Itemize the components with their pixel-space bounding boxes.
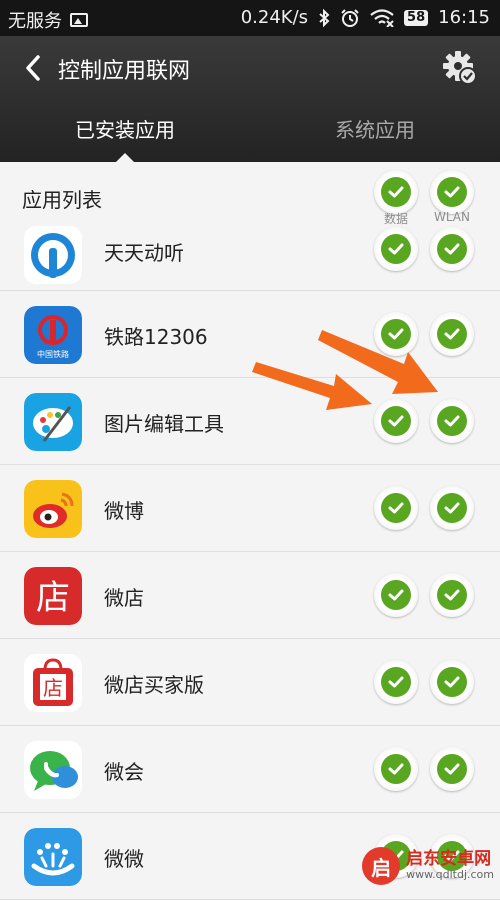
check-icon xyxy=(388,243,404,255)
bluetooth-icon xyxy=(319,8,330,27)
check-icon xyxy=(388,676,404,688)
list-item: 中国铁路 铁路12306 xyxy=(0,291,500,378)
app-name: 铁路12306 xyxy=(104,325,208,349)
tab-bar: 已安装应用 系统应用 xyxy=(0,98,500,162)
check-icon xyxy=(388,415,404,427)
app-name: 图片编辑工具 xyxy=(104,412,224,436)
weiwei-app-icon xyxy=(24,828,82,886)
settings-button[interactable] xyxy=(442,50,478,86)
app-name: 微会 xyxy=(104,760,144,784)
gear-check-icon xyxy=(443,51,477,85)
data-toggle[interactable] xyxy=(374,399,418,443)
wlan-toggle[interactable] xyxy=(430,747,474,791)
watermark-title: 启东安卓网 xyxy=(406,849,492,870)
check-icon xyxy=(444,243,460,255)
check-icon xyxy=(444,186,460,198)
page-title: 控制应用联网 xyxy=(58,59,191,84)
wlan-toggle[interactable] xyxy=(430,660,474,704)
check-icon xyxy=(388,589,404,601)
wlan-toggle[interactable] xyxy=(430,227,474,271)
tab-system-apps[interactable]: 系统应用 xyxy=(250,98,500,162)
list-header: 应用列表 数据 WLAN xyxy=(0,162,500,228)
check-icon xyxy=(444,589,460,601)
list-item: 店 微店买家版 xyxy=(0,639,500,726)
list-item: 微博 xyxy=(0,465,500,552)
column-label-data: 数据 xyxy=(383,212,408,226)
battery-icon: 58 xyxy=(404,9,429,26)
railway-icon-label: 中国铁路 xyxy=(37,349,69,359)
site-watermark: 启 启东安卓网 www.qdltdj.com xyxy=(362,847,494,885)
data-toggle[interactable] xyxy=(374,660,418,704)
back-button[interactable] xyxy=(18,50,48,86)
wlan-toggle[interactable] xyxy=(430,399,474,443)
image-notification-icon xyxy=(70,13,88,27)
data-toggle[interactable] xyxy=(374,227,418,271)
check-icon xyxy=(444,415,460,427)
check-icon xyxy=(444,676,460,688)
watermark-url: www.qdltdj.com xyxy=(406,868,494,882)
weidian-buyer-app-icon: 店 xyxy=(24,654,82,712)
check-icon xyxy=(388,328,404,340)
app-name: 天天动听 xyxy=(104,241,184,265)
railway-12306-app-icon: 中国铁路 xyxy=(24,306,82,364)
data-toggle[interactable] xyxy=(374,312,418,356)
check-icon xyxy=(444,502,460,514)
app-list: 天天动听 中国铁路 铁路12306 图片编辑工具 微博 店 微店 店 微店买家版… xyxy=(0,226,500,900)
app-name: 微博 xyxy=(104,499,144,523)
weidian-buyer-icon-label: 店 xyxy=(43,676,63,700)
weibo-app-icon xyxy=(24,480,82,538)
app-name: 微店 xyxy=(104,586,144,610)
check-icon xyxy=(444,328,460,340)
network-speed: 0.24K/s xyxy=(240,7,309,28)
toggle-all-wlan[interactable] xyxy=(430,170,474,214)
watermark-logo: 启 xyxy=(362,847,401,885)
list-item: 微会 xyxy=(0,726,500,813)
wifi-icon xyxy=(370,8,394,27)
app-name: 微微 xyxy=(104,847,144,871)
ttpod-app-icon xyxy=(24,226,82,284)
data-toggle[interactable] xyxy=(374,747,418,791)
weidian-icon-label: 店 xyxy=(36,578,70,618)
check-icon xyxy=(388,186,404,198)
carrier-label: 无服务 xyxy=(8,11,62,32)
wlan-toggle[interactable] xyxy=(430,573,474,617)
alarm-icon xyxy=(341,8,359,27)
weidian-app-icon: 店 xyxy=(24,567,82,625)
column-label-wlan: WLAN xyxy=(433,210,470,224)
status-bar: 无服务 0.24K/s 58 16:15 xyxy=(0,0,500,36)
app-header: 控制应用联网 已安装应用 系统应用 xyxy=(0,36,500,162)
app-name: 微店买家版 xyxy=(104,673,204,697)
data-toggle[interactable] xyxy=(374,573,418,617)
clock: 16:15 xyxy=(438,7,490,28)
back-arrow-icon xyxy=(26,55,40,81)
check-icon xyxy=(388,502,404,514)
list-item: 图片编辑工具 xyxy=(0,378,500,465)
toggle-all-data[interactable] xyxy=(374,170,418,214)
check-icon xyxy=(388,763,404,775)
list-item: 店 微店 xyxy=(0,552,500,639)
check-icon xyxy=(444,763,460,775)
photo-editor-app-icon xyxy=(24,393,82,451)
data-toggle[interactable] xyxy=(374,486,418,530)
tab-installed-apps[interactable]: 已安装应用 xyxy=(0,98,250,162)
wlan-toggle[interactable] xyxy=(430,312,474,356)
wlan-toggle[interactable] xyxy=(430,486,474,530)
list-title: 应用列表 xyxy=(22,188,102,212)
list-item: 天天动听 xyxy=(0,226,500,291)
weihui-app-icon xyxy=(24,741,82,799)
